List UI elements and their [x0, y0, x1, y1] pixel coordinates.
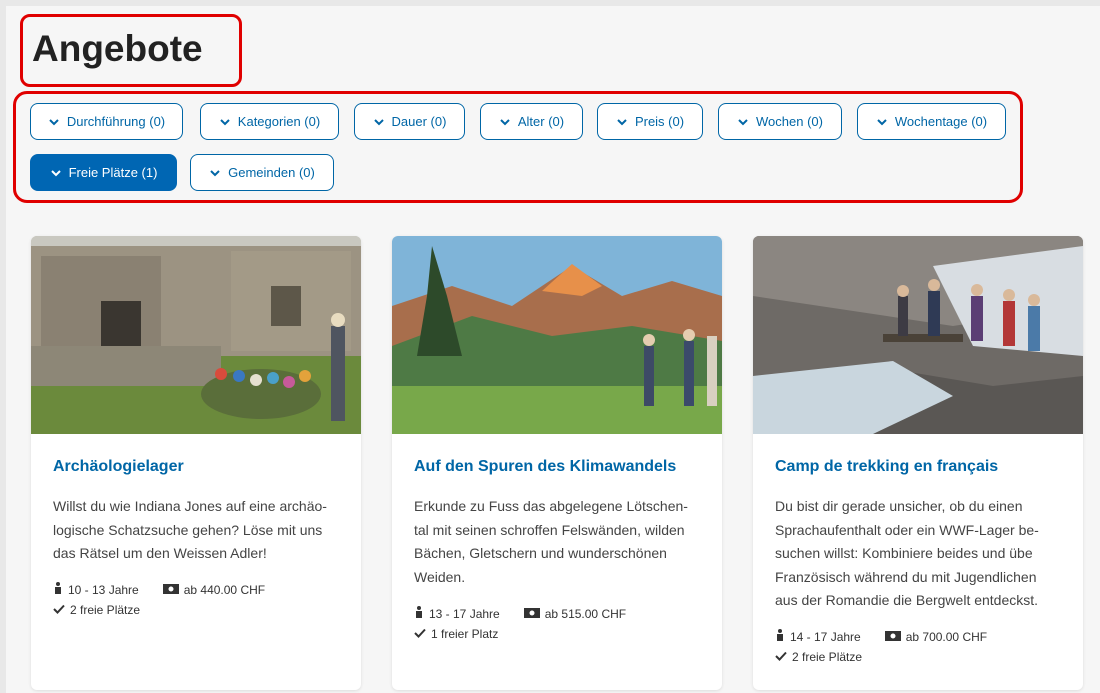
filter-label: Gemeinden (0) [228, 165, 315, 180]
person-icon [414, 606, 424, 621]
check-icon [53, 603, 65, 617]
offer-image-ruins[interactable] [31, 236, 361, 434]
filter-label: Preis (0) [634, 114, 685, 129]
filter-dauer[interactable]: Dauer (0) [354, 103, 465, 140]
money-icon [523, 607, 540, 621]
chevron-down-icon [209, 167, 221, 179]
offer-price: ab 515.00 CHF [544, 606, 627, 621]
chevron-down-icon [616, 116, 628, 128]
page-title: Angebote [32, 28, 203, 69]
offer-price: ab 440.00 CHF [183, 582, 266, 597]
filter-gemeinden[interactable]: Gemeinden (0) [190, 154, 334, 191]
money-icon [162, 583, 179, 597]
filter-label: Kategorien (0) [237, 114, 321, 129]
filter-label: Wochentage (0) [894, 114, 988, 129]
offer-description: Du bist dir gerade unsicher, ob du einen… [775, 498, 1039, 608]
filter-kategorien[interactable]: Kategorien (0) [200, 103, 339, 140]
person-icon [775, 629, 785, 644]
chevron-down-icon [48, 116, 60, 128]
offer-availability-row: 1 freier Platz [414, 627, 498, 641]
chevron-down-icon [50, 167, 62, 179]
offer-availability-row: 2 freie Plätze [53, 603, 140, 617]
check-icon [414, 627, 426, 641]
offer-availability: 1 freier Platz [431, 627, 499, 641]
offer-availability: 2 freie Plätze [70, 603, 141, 617]
offer-meta: 14 - 17 Jahre ab 700.00 CHF [775, 629, 987, 644]
filter-wochentage[interactable]: Wochentage (0) [857, 103, 1006, 140]
offer-image-mountains[interactable] [392, 236, 722, 434]
filter-label: Freie Plätze (1) [68, 165, 158, 180]
filter-label: Alter (0) [517, 114, 565, 129]
offer-image-trekking[interactable] [753, 236, 1083, 434]
offer-description: Erkunde zu Fuss das abgelegene Lötschen-… [414, 498, 688, 585]
filter-label: Dauer (0) [391, 114, 447, 129]
offer-title[interactable]: Auf den Spuren des Klimawandels [414, 458, 676, 476]
check-icon [775, 650, 787, 664]
filter-preis[interactable]: Preis (0) [597, 103, 703, 140]
person-icon [53, 582, 63, 597]
money-icon [884, 630, 901, 644]
chevron-down-icon [373, 116, 385, 128]
offer-price: ab 700.00 CHF [905, 629, 988, 644]
offer-availability-row: 2 freie Plätze [775, 650, 862, 664]
filter-alter[interactable]: Alter (0) [480, 103, 583, 140]
chevron-down-icon [876, 116, 888, 128]
offer-title[interactable]: Camp de trekking en français [775, 458, 998, 476]
offer-description: Willst du wie Indiana Jones auf eine arc… [53, 498, 327, 561]
offer-age: 13 - 17 Jahre [429, 606, 500, 621]
filter-wochen[interactable]: Wochen (0) [718, 103, 842, 140]
offer-availability: 2 freie Plätze [792, 650, 863, 664]
offer-title[interactable]: Archäologielager [53, 458, 184, 476]
chevron-down-icon [219, 116, 231, 128]
offer-card[interactable]: Auf den Spuren des Klimawandels Erkunde … [392, 236, 722, 690]
filter-durchfuehrung[interactable]: Durchführung (0) [30, 103, 183, 140]
offer-card[interactable]: Archäologielager Willst du wie Indiana J… [31, 236, 361, 690]
offer-card[interactable]: Camp de trekking en français Du bist dir… [753, 236, 1083, 690]
offer-meta: 13 - 17 Jahre ab 515.00 CHF [414, 606, 626, 621]
filter-label: Durchführung (0) [66, 114, 166, 129]
filter-label: Wochen (0) [756, 114, 823, 129]
offer-meta: 10 - 13 Jahre ab 440.00 CHF [53, 582, 265, 597]
chevron-down-icon [737, 116, 749, 128]
chevron-down-icon [499, 116, 511, 128]
filter-freie-plaetze[interactable]: Freie Plätze (1) [30, 154, 177, 191]
offer-age: 14 - 17 Jahre [790, 629, 861, 644]
offer-age: 10 - 13 Jahre [68, 582, 139, 597]
